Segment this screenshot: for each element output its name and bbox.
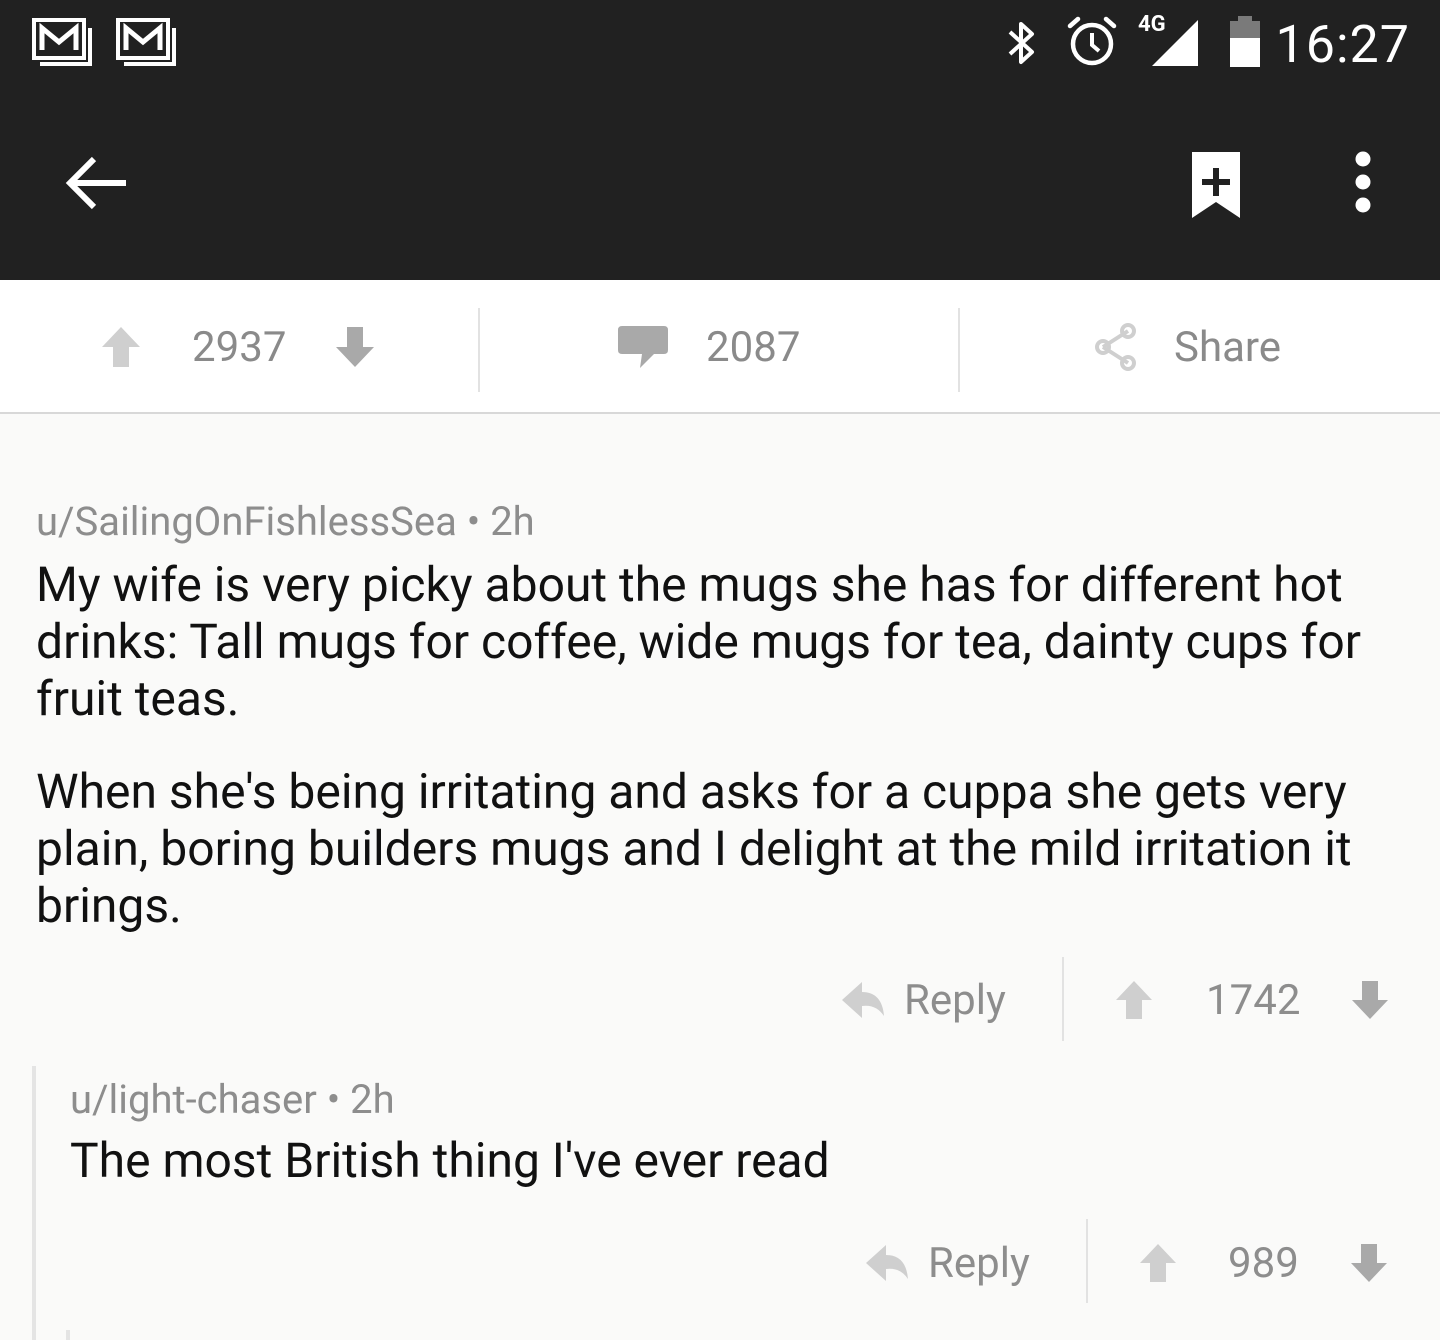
comments-button[interactable]: 2087	[616, 280, 800, 414]
upvote-icon[interactable]	[1114, 979, 1154, 1021]
post-action-bar: 2937 2087 Share	[0, 280, 1440, 414]
reply-arrow-icon	[842, 982, 884, 1018]
comment-age: 2h	[350, 1076, 395, 1123]
downvote-icon[interactable]	[1349, 1242, 1389, 1284]
reply-arrow-icon	[866, 1245, 908, 1281]
comment-score: 989	[1228, 1238, 1299, 1288]
alarm-icon	[1067, 16, 1117, 66]
comment-score: 1742	[1206, 975, 1301, 1025]
share-label: Share	[1174, 322, 1282, 372]
separator-dot: •	[326, 1076, 341, 1123]
upvote-icon[interactable]	[1138, 1242, 1178, 1284]
comment-count: 2087	[706, 322, 801, 372]
reply-button[interactable]: Reply	[864, 1239, 1030, 1288]
thread-line	[66, 1330, 70, 1340]
divider	[1062, 957, 1064, 1041]
comment-vote-group: 1742	[1114, 955, 1390, 1045]
comment-actions: Reply	[840, 955, 1006, 1045]
thread-line	[32, 1066, 36, 1340]
gmail-icon	[116, 18, 176, 66]
bluetooth-icon	[1008, 22, 1034, 64]
separator-dot: •	[466, 498, 481, 545]
back-arrow-icon[interactable]	[60, 145, 136, 221]
comment-paragraph: The most British thing I've ever read	[70, 1132, 830, 1189]
signal-icon	[1152, 20, 1198, 66]
comment-body: The most British thing I've ever read	[70, 1132, 1410, 1189]
downvote-icon[interactable]	[1350, 979, 1390, 1021]
reply-button[interactable]: Reply	[840, 976, 1006, 1025]
status-bar: 4G 16:27	[0, 0, 1440, 90]
comment-vote-group: 989	[1138, 1218, 1389, 1308]
comment-actions: Reply	[864, 1218, 1030, 1308]
gmail-icon	[32, 18, 92, 66]
share-icon	[1095, 323, 1136, 371]
comment-header: u/light-chaser • 2h	[70, 1076, 395, 1124]
downvote-icon[interactable]	[334, 325, 376, 369]
divider	[958, 308, 960, 392]
comment-age: 2h	[490, 498, 535, 545]
clock: 16:27	[1275, 14, 1410, 75]
post-score: 2937	[192, 322, 287, 372]
share-button[interactable]: Share	[1094, 280, 1281, 414]
comment-paragraph: When she's being irritating and asks for…	[36, 763, 1352, 934]
post-vote-group: 2937	[100, 280, 376, 414]
upvote-icon[interactable]	[100, 325, 142, 369]
bookmark-add-icon[interactable]	[1186, 148, 1246, 224]
more-vert-icon[interactable]	[1336, 148, 1390, 218]
comment-author[interactable]: u/SailingOnFishlessSea	[36, 498, 457, 545]
divider	[1086, 1219, 1088, 1303]
comment-paragraph: My wife is very picky about the mugs she…	[36, 556, 1361, 727]
comment-header: u/SailingOnFishlessSea • 2h	[36, 498, 535, 546]
reply-label: Reply	[928, 1238, 1030, 1288]
reply-label: Reply	[904, 975, 1006, 1025]
comment-bubble-icon	[618, 326, 668, 368]
battery-icon	[1230, 16, 1260, 67]
comment-body: My wife is very picky about the mugs she…	[36, 556, 1416, 934]
comment-author[interactable]: u/light-chaser	[70, 1076, 317, 1123]
divider	[478, 308, 480, 392]
